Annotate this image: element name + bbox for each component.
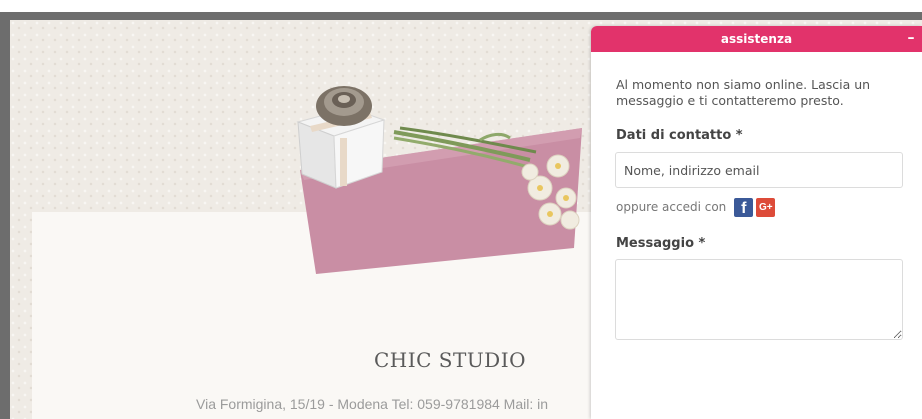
social-login-row: oppure accedi con f G+ xyxy=(616,197,776,217)
chat-header[interactable]: assistenza – xyxy=(591,26,922,52)
studio-name: CHIC STUDIO xyxy=(373,348,527,372)
google-plus-icon[interactable]: G+ xyxy=(756,197,776,217)
contact-input[interactable] xyxy=(615,152,903,188)
message-label: Messaggio * xyxy=(616,236,706,251)
chat-title: assistenza xyxy=(720,32,793,46)
minimize-button[interactable]: – xyxy=(900,26,922,52)
contact-label: Dati di contatto * xyxy=(616,128,743,143)
message-textarea[interactable] xyxy=(615,259,903,340)
social-login-text: oppure accedi con xyxy=(616,200,727,214)
studio-address: Via Formigina, 15/19 - Modena Tel: 059-9… xyxy=(196,396,549,412)
offline-message: Al momento non siamo online. Lascia un m… xyxy=(616,77,871,108)
chat-widget: assistenza – Al momento non siamo online… xyxy=(591,26,922,419)
facebook-icon[interactable]: f xyxy=(734,197,754,217)
